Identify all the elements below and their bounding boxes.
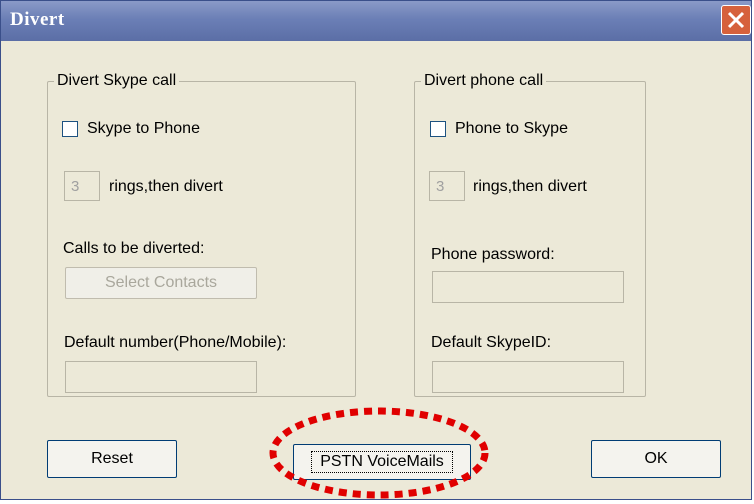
skype-to-phone-label: Skype to Phone (87, 120, 200, 137)
ok-button[interactable]: OK (591, 440, 721, 478)
divert-phone-call-legend: Divert phone call (424, 72, 544, 89)
phone-password-label: Phone password: (431, 246, 555, 263)
highlight-ellipse (269, 407, 489, 499)
default-number-field[interactable] (65, 361, 257, 393)
default-skypeid-field[interactable] (432, 361, 624, 393)
reset-button[interactable]: Reset (47, 440, 177, 478)
phone-rings-input[interactable]: 3 (429, 171, 465, 201)
phone-password-field[interactable] (432, 271, 624, 303)
calls-diverted-label: Calls to be diverted: (63, 240, 205, 257)
default-skypeid-label: Default SkypeID: (431, 334, 552, 351)
window-title: Divert (10, 9, 65, 30)
phone-rings-label: rings,then divert (473, 178, 587, 195)
phone-to-skype-label: Phone to Skype (455, 120, 568, 137)
select-contacts-button[interactable]: Select Contacts (65, 267, 257, 299)
title-bar[interactable]: Divert (1, 1, 751, 41)
phone-to-skype-checkbox[interactable] (430, 121, 446, 137)
skype-rings-input[interactable]: 3 (64, 171, 100, 201)
close-icon (727, 11, 745, 29)
skype-rings-label: rings,then divert (109, 178, 223, 195)
close-button[interactable] (721, 5, 751, 35)
skype-to-phone-checkbox[interactable] (62, 121, 78, 137)
default-number-label: Default number(Phone/Mobile): (64, 334, 287, 351)
divert-skype-call-legend: Divert Skype call (57, 72, 177, 89)
